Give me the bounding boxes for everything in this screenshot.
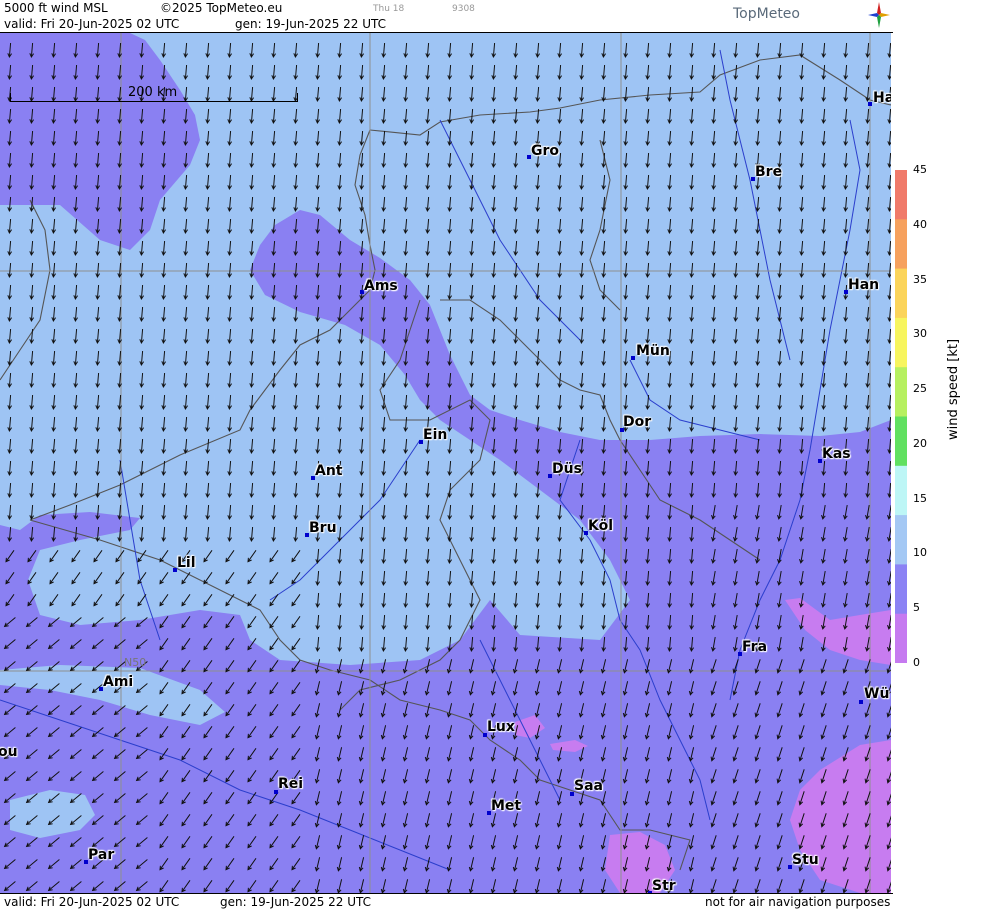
city-label: Stu (792, 852, 819, 868)
legend-tick-label: 40 (913, 217, 927, 231)
latitude-label: N50 (124, 656, 147, 669)
valid-time: valid: Fri 20-Jun-2025 02 UTC (4, 17, 180, 31)
city-label: Dor (623, 414, 652, 430)
city-label: Düs (552, 461, 582, 477)
city-label: Ami (103, 674, 134, 690)
wind-map[interactable]: 200 km N50 Ha Gro Bre Ams Han Mün Dor Ein Kas Ant… (0, 33, 891, 893)
city-label: Bre (755, 164, 783, 180)
gen-time: gen: 19-Jun-2025 22 UTC (235, 17, 387, 31)
legend-color-band (895, 317, 907, 368)
city-label: Saa (574, 778, 603, 794)
city-label: Bru (309, 520, 337, 536)
city-label: Mün (636, 343, 670, 359)
city-label: Wü (864, 686, 890, 702)
legend-colorbar (895, 170, 907, 664)
product-title: 5000 ft wind MSL (4, 1, 108, 15)
city-label: Ha (873, 90, 891, 106)
city-label: Fra (742, 639, 768, 655)
city-marker (868, 102, 872, 106)
city-label: Ams (364, 278, 398, 294)
scale-label: 200 km (128, 85, 178, 100)
city-label: Str (652, 878, 676, 893)
legend-color-band (895, 564, 907, 615)
legend-color-band (895, 416, 907, 467)
legend-color-band (895, 515, 907, 565)
disclaimer: not for air navigation purposes (705, 895, 891, 909)
legend-tick-label: 10 (913, 546, 927, 560)
scale-bar: 200 km (10, 85, 298, 103)
city-label: Par (88, 847, 115, 863)
city-label: Met (491, 798, 522, 814)
legend-tick-label: 5 (913, 601, 920, 615)
city-marker (859, 700, 863, 704)
topmeteo-logo: TopMeteo (733, 6, 800, 22)
wind-speed-legend (895, 170, 907, 664)
legend-tick-label: 35 (913, 272, 927, 286)
city-label: Han (848, 277, 880, 293)
city-label: Köl (588, 518, 614, 534)
legend-color-band (895, 367, 907, 417)
footer-valid-time: valid: Fri 20-Jun-2025 02 UTC (4, 895, 180, 909)
wind-map-canvas (0, 33, 891, 893)
city-label: Kas (822, 446, 851, 462)
legend-tick-label: 0 (913, 656, 920, 669)
compass-logo-icon (868, 2, 890, 28)
legend-tick-label: 15 (913, 491, 927, 505)
city-label: Lux (487, 719, 515, 735)
small-code: 9308 (452, 4, 475, 14)
legend-tick-label: 30 (913, 327, 927, 341)
city-label: Lil (177, 555, 196, 571)
small-day: Thu 18 (373, 4, 405, 14)
footer-bar: valid: Fri 20-Jun-2025 02 UTC gen: 19-Ju… (0, 893, 893, 910)
legend-color-band (895, 268, 907, 319)
legend-color-band (895, 613, 907, 664)
city-label: Ant (315, 463, 343, 479)
city-label: Rei (278, 776, 304, 792)
copyright: ©2025 TopMeteo.eu (160, 1, 283, 15)
city-label: ou (0, 744, 18, 760)
city-label: Gro (531, 143, 560, 159)
header-bar: 5000 ft wind MSL ©2025 TopMeteo.eu Thu 1… (0, 0, 893, 33)
footer-gen-time: gen: 19-Jun-2025 22 UTC (220, 895, 372, 909)
city-label: Ein (423, 427, 448, 443)
legend-tick-label: 25 (913, 382, 927, 396)
legend-title: wind speed [kt] (946, 338, 961, 440)
legend-color-band (895, 465, 907, 516)
legend-color-band (895, 170, 907, 220)
legend-color-band (895, 219, 907, 270)
legend-tick-label: 45 (913, 163, 927, 176)
city-marker (631, 356, 635, 360)
legend-tick-label: 20 (913, 436, 927, 450)
